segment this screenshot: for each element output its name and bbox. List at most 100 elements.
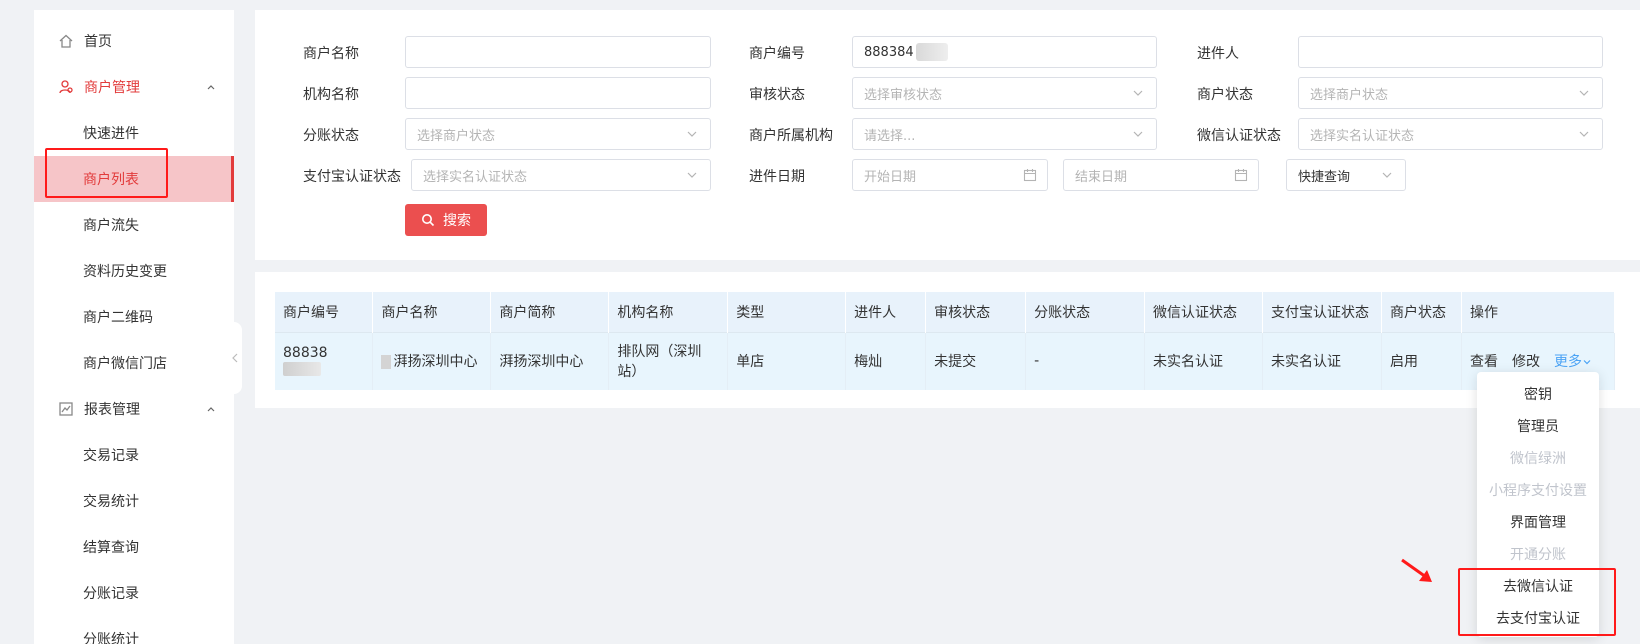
sidebar-item-merchant-list[interactable]: 商户列表 <box>34 156 234 202</box>
alipay-auth-select[interactable]: 选择实名认证状态 <box>411 159 711 191</box>
calendar-icon <box>1234 169 1248 182</box>
sidebar-item-wechat-store[interactable]: 商户微信门店 <box>34 340 234 386</box>
quick-query-value: 快捷查询 <box>1298 169 1351 185</box>
menu-item-admin[interactable]: 管理员 <box>1477 410 1599 442</box>
view-link[interactable]: 查看 <box>1470 354 1498 370</box>
table-row[interactable]: 88838 湃扬深圳中心 湃扬深圳中心 排队网（深圳站） 单店 梅灿 未提交 -… <box>275 331 1616 390</box>
nav-label: 快速进件 <box>83 126 139 142</box>
merchant-org-label: 商户所属机构 <box>749 128 833 144</box>
alipay-auth-label: 支付宝认证状态 <box>303 169 401 185</box>
nav-label: 商户列表 <box>83 172 139 188</box>
merchant-status-placeholder: 选择商户状态 <box>1310 87 1389 103</box>
nav-label: 商户流失 <box>83 218 139 234</box>
chevron-down-icon <box>1133 90 1143 96</box>
submitter-input[interactable] <box>1298 36 1603 68</box>
cell-short-name: 湃扬深圳中心 <box>490 331 610 390</box>
merchant-org-placeholder: 请选择... <box>864 128 916 144</box>
split-status-placeholder: 选择商户状态 <box>417 128 496 144</box>
merchant-name-text: 湃扬深圳中心 <box>393 354 478 371</box>
merchant-no-label: 商户编号 <box>749 46 805 62</box>
sidebar-item-split-records[interactable]: 分账记录 <box>34 570 234 616</box>
sidebar-item-history[interactable]: 资料历史变更 <box>34 248 234 294</box>
sidebar-collapse-handle[interactable] <box>228 322 242 394</box>
menu-item-ui-manage[interactable]: 界面管理 <box>1477 506 1599 538</box>
col-header: 支付宝认证状态 <box>1262 292 1382 332</box>
cell-submitter: 梅灿 <box>845 331 927 390</box>
org-name-label: 机构名称 <box>303 87 359 103</box>
redaction-blur <box>915 43 948 61</box>
audit-status-select[interactable]: 选择审核状态 <box>852 77 1157 109</box>
cell-alipay-auth: 未实名认证 <box>1262 331 1382 390</box>
nav-label: 商户二维码 <box>83 310 153 326</box>
home-icon <box>59 34 73 48</box>
sidebar-item-transactions[interactable]: 交易记录 <box>34 432 234 478</box>
chevron-down-icon <box>1579 90 1589 96</box>
wechat-auth-placeholder: 选择实名认证状态 <box>1310 128 1415 144</box>
nav-group-report[interactable]: 报表管理 <box>34 386 234 432</box>
sidebar-item-split-stats[interactable]: 分账统计 <box>34 616 234 644</box>
merchant-org-select[interactable]: 请选择... <box>852 118 1157 150</box>
merchant-no-text: 88838 <box>283 345 328 362</box>
sidebar-item-quick-onboard[interactable]: 快速进件 <box>34 110 234 156</box>
cell-audit-status: 未提交 <box>925 331 1027 390</box>
sidebar-item-qrcode[interactable]: 商户二维码 <box>34 294 234 340</box>
merchant-status-label: 商户状态 <box>1197 87 1253 103</box>
nav-label: 分账记录 <box>83 586 139 602</box>
chevron-up-icon <box>207 85 215 90</box>
org-name-input[interactable] <box>405 77 711 109</box>
alipay-auth-placeholder: 选择实名认证状态 <box>423 169 528 185</box>
cell-merchant-status: 启用 <box>1381 331 1462 390</box>
nav-home[interactable]: 首页 <box>34 18 234 64</box>
menu-item-wechat-auth[interactable]: 去微信认证 <box>1477 570 1599 602</box>
col-header: 操作 <box>1461 292 1616 332</box>
sidebar: 首页 商户管理 快速进件 商户列表 商户流失 资料历史变更 商户二维码 商户微信… <box>34 10 234 644</box>
redaction-blur <box>283 362 321 377</box>
search-button-label: 搜索 <box>443 213 471 229</box>
merchant-no-value: 888384 <box>864 44 914 60</box>
chevron-down-icon <box>1133 131 1143 137</box>
col-header: 机构名称 <box>608 292 729 332</box>
calendar-icon <box>1023 169 1037 182</box>
report-icon <box>59 402 73 416</box>
more-dropdown-trigger[interactable]: 更多 <box>1554 354 1592 370</box>
end-date-placeholder: 结束日期 <box>1075 169 1128 185</box>
nav-group-merchant[interactable]: 商户管理 <box>34 64 234 110</box>
redaction-blur <box>381 355 392 370</box>
more-label: 更多 <box>1553 354 1582 371</box>
col-header: 商户编号 <box>275 292 374 332</box>
nav-label: 交易统计 <box>83 494 139 510</box>
cell-wechat-auth: 未实名认证 <box>1144 331 1263 390</box>
quick-query-select[interactable]: 快捷查询 <box>1286 159 1406 191</box>
merchant-name-input[interactable] <box>405 36 711 68</box>
nav-label: 分账统计 <box>83 632 139 644</box>
table-panel: 商户编号 商户名称 商户简称 机构名称 类型 进件人 审核状态 分账状态 微信认… <box>255 272 1640 408</box>
wechat-auth-select[interactable]: 选择实名认证状态 <box>1298 118 1603 150</box>
split-status-select[interactable]: 选择商户状态 <box>405 118 711 150</box>
annotation-arrow-icon <box>1401 558 1432 582</box>
sidebar-item-merchant-churn[interactable]: 商户流失 <box>34 202 234 248</box>
menu-item-open-split[interactable]: 开通分账 <box>1477 538 1599 570</box>
more-dropdown-menu: 密钥 管理员 微信绿洲 小程序支付设置 界面管理 开通分账 去微信认证 去支付宝… <box>1477 372 1599 637</box>
menu-item-wechat-oasis[interactable]: 微信绿洲 <box>1477 442 1599 474</box>
end-date-input[interactable]: 结束日期 <box>1063 159 1259 191</box>
nav-label: 商户管理 <box>84 80 140 96</box>
edit-link[interactable]: 修改 <box>1512 354 1540 370</box>
start-date-input[interactable]: 开始日期 <box>852 159 1048 191</box>
col-header: 进件人 <box>845 292 927 332</box>
sidebar-item-trade-stats[interactable]: 交易统计 <box>34 478 234 524</box>
start-date-placeholder: 开始日期 <box>864 169 917 185</box>
menu-item-miniapp-pay[interactable]: 小程序支付设置 <box>1477 474 1599 506</box>
audit-status-placeholder: 选择审核状态 <box>864 87 943 103</box>
menu-item-secret-key[interactable]: 密钥 <box>1477 378 1599 410</box>
col-header: 审核状态 <box>925 292 1027 332</box>
merchant-no-input[interactable]: 888384 <box>852 36 1157 68</box>
col-header: 商户简称 <box>490 292 610 332</box>
merchant-status-select[interactable]: 选择商户状态 <box>1298 77 1603 109</box>
search-button[interactable]: 搜索 <box>405 204 487 236</box>
sidebar-item-settlement[interactable]: 结算查询 <box>34 524 234 570</box>
search-icon <box>422 214 435 227</box>
chevron-down-icon <box>1579 131 1589 137</box>
menu-item-alipay-auth[interactable]: 去支付宝认证 <box>1477 602 1599 634</box>
nav-label: 交易记录 <box>83 448 139 464</box>
cell-merchant-name: 湃扬深圳中心 <box>372 331 492 390</box>
